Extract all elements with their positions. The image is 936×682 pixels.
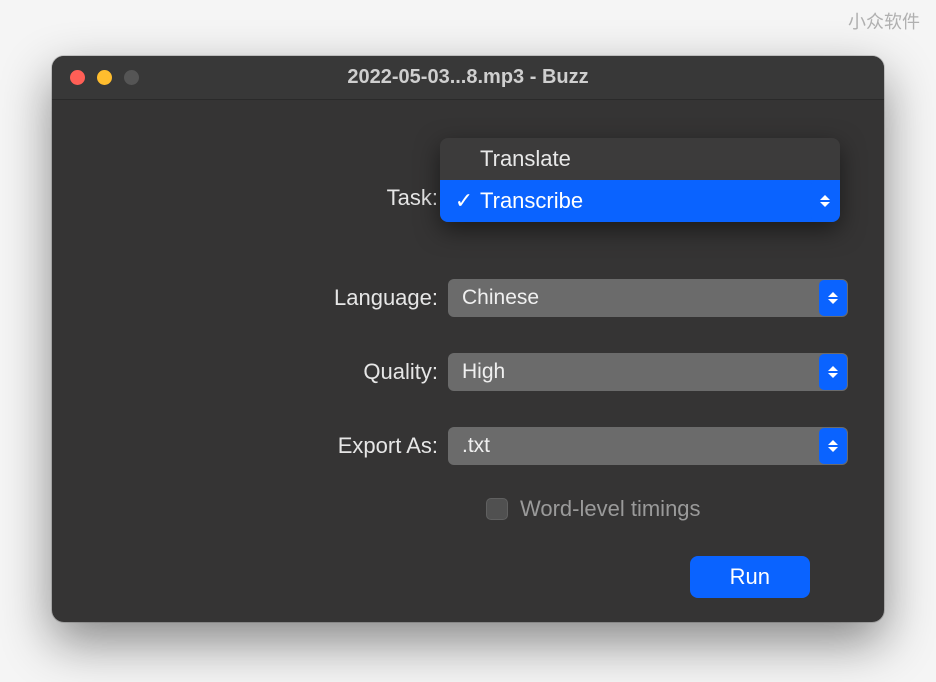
word-timings-row: Word-level timings bbox=[486, 496, 848, 522]
quality-row: Quality: High bbox=[88, 350, 848, 394]
chevrons-icon bbox=[819, 280, 847, 316]
check-icon: ✓ bbox=[452, 188, 476, 214]
quality-label: Quality: bbox=[88, 359, 448, 385]
word-timings-checkbox[interactable] bbox=[486, 498, 508, 520]
option-label: Translate bbox=[452, 146, 571, 172]
maximize-icon bbox=[124, 70, 139, 85]
task-dropdown[interactable]: Translate ✓ Transcribe bbox=[440, 138, 840, 222]
export-row: Export As: .txt bbox=[88, 424, 848, 468]
quality-select[interactable]: High bbox=[448, 353, 848, 391]
export-value: .txt bbox=[462, 434, 490, 458]
task-option-transcribe[interactable]: ✓ Transcribe bbox=[440, 180, 840, 222]
button-row: Run bbox=[88, 556, 848, 598]
word-timings-label: Word-level timings bbox=[520, 496, 701, 522]
run-button[interactable]: Run bbox=[690, 556, 810, 598]
traffic-lights bbox=[70, 70, 139, 85]
chevrons-icon bbox=[819, 428, 847, 464]
export-label: Export As: bbox=[88, 433, 448, 459]
titlebar: 2022-05-03...8.mp3 - Buzz bbox=[52, 56, 884, 100]
app-window: 2022-05-03...8.mp3 - Buzz Task: Language… bbox=[52, 56, 884, 622]
chevrons-icon bbox=[811, 181, 839, 221]
export-select[interactable]: .txt bbox=[448, 427, 848, 465]
close-icon[interactable] bbox=[70, 70, 85, 85]
language-label: Language: bbox=[88, 285, 448, 311]
chevrons-icon bbox=[819, 354, 847, 390]
language-value: Chinese bbox=[462, 286, 539, 310]
language-select[interactable]: Chinese bbox=[448, 279, 848, 317]
window-title: 2022-05-03...8.mp3 - Buzz bbox=[52, 66, 884, 89]
option-label: Transcribe bbox=[478, 188, 583, 214]
quality-value: High bbox=[462, 360, 505, 384]
task-label: Task: bbox=[88, 185, 448, 211]
watermark-text: 小众软件 bbox=[848, 8, 920, 34]
minimize-icon[interactable] bbox=[97, 70, 112, 85]
task-option-translate[interactable]: Translate bbox=[440, 138, 840, 180]
language-row: Language: Chinese bbox=[88, 276, 848, 320]
